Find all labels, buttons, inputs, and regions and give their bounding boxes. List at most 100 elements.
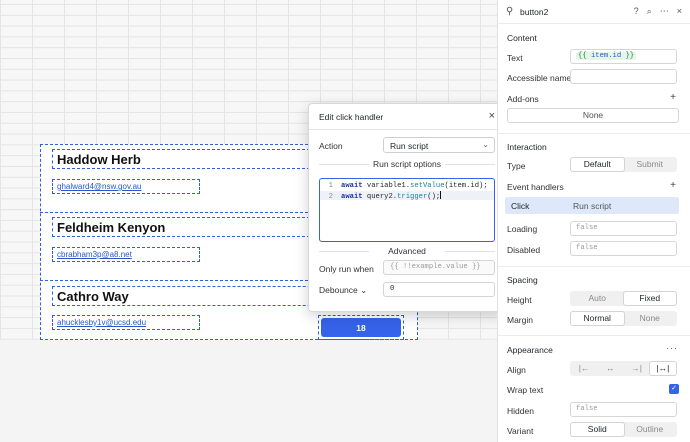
template-identifier: item.id bbox=[590, 52, 622, 60]
more-icon[interactable]: ⋯ bbox=[660, 6, 669, 17]
action-select-value: Run script bbox=[390, 141, 429, 151]
content-section-title[interactable]: Content bbox=[507, 33, 537, 43]
chevron-down-icon: ⌄ bbox=[360, 285, 368, 295]
header-actions: ? ⌕ ⋯ × bbox=[634, 6, 682, 17]
height-toggle: Auto Fixed bbox=[570, 291, 677, 306]
card-email-link[interactable]: ghalward4@nsw.gov.au bbox=[52, 179, 200, 194]
height-fixed-option[interactable]: Fixed bbox=[623, 292, 676, 305]
event-handlers-label: Event handlers bbox=[507, 182, 564, 192]
card-name-text[interactable]: Haddow Herb bbox=[52, 149, 310, 169]
height-label: Height bbox=[507, 295, 532, 305]
handler-event: Click bbox=[511, 201, 530, 211]
handler-action: Run script bbox=[573, 201, 612, 211]
code-token: (item.id); bbox=[444, 182, 488, 190]
add-addon-icon[interactable]: + bbox=[670, 92, 676, 103]
addons-label: Add-ons bbox=[507, 94, 539, 104]
code-token: (); bbox=[427, 193, 441, 201]
canvas-empty-area bbox=[0, 340, 497, 442]
wrap-text-checkbox[interactable]: ✓ bbox=[669, 384, 679, 394]
debounce-label: Debounce ⌄ bbox=[319, 285, 367, 296]
code-token: query2. bbox=[362, 193, 398, 201]
debounce-label-text: Debounce bbox=[319, 285, 358, 295]
component-icon: ⚲ bbox=[506, 6, 514, 17]
template-open: {{ bbox=[578, 52, 591, 60]
spacing-section-title[interactable]: Spacing bbox=[507, 275, 538, 285]
only-run-when-input[interactable]: {{ !!example.value }} bbox=[383, 260, 495, 275]
card-email-link[interactable]: ahucklesby1v@ucsd.edu bbox=[52, 315, 200, 330]
search-icon[interactable]: ⌕ bbox=[647, 6, 652, 17]
align-left-icon[interactable]: |← bbox=[571, 362, 597, 375]
edit-click-handler-modal: Edit click handler × Action Run script ⌄… bbox=[308, 103, 504, 312]
template-close: }} bbox=[621, 52, 635, 60]
align-center-icon[interactable]: ↔ bbox=[597, 362, 623, 375]
disabled-input[interactable]: false bbox=[570, 241, 677, 256]
run-script-options-heading: Run script options bbox=[319, 159, 495, 169]
section-divider bbox=[498, 133, 690, 134]
text-label: Text bbox=[507, 53, 523, 63]
loading-label: Loading bbox=[507, 224, 538, 234]
add-event-handler-icon[interactable]: + bbox=[670, 180, 676, 191]
code-token: await bbox=[341, 193, 363, 201]
addons-none[interactable]: None bbox=[507, 108, 679, 123]
component-name[interactable]: button2 bbox=[520, 7, 548, 17]
line-number: 1 bbox=[328, 182, 333, 190]
variant-solid-option[interactable]: Solid bbox=[571, 423, 624, 436]
help-icon[interactable]: ? bbox=[634, 6, 639, 17]
margin-none-option[interactable]: None bbox=[624, 312, 677, 325]
close-icon[interactable]: × bbox=[677, 6, 682, 17]
height-auto-option[interactable]: Auto bbox=[571, 292, 624, 305]
card-name-text[interactable]: Feldheim Kenyon bbox=[52, 217, 310, 237]
code-token: setValue bbox=[410, 182, 445, 190]
code-token: await bbox=[341, 182, 363, 190]
close-icon[interactable]: × bbox=[489, 110, 495, 122]
event-handler-row[interactable]: Click Run script bbox=[505, 197, 679, 214]
hidden-input[interactable]: false bbox=[570, 402, 677, 417]
modal-title: Edit click handler bbox=[319, 112, 384, 122]
disabled-label: Disabled bbox=[507, 245, 541, 255]
code-line: 1 await variable1.setValue(item.id); bbox=[320, 182, 488, 191]
script-editor[interactable]: 1 await variable1.setValue(item.id); 2 awa… bbox=[319, 178, 495, 242]
align-stretch-icon[interactable]: |↔| bbox=[649, 362, 676, 375]
accessible-name-input[interactable] bbox=[570, 69, 677, 84]
line-number: 2 bbox=[328, 193, 333, 201]
more-icon[interactable]: ··· bbox=[666, 343, 678, 353]
align-toggle: |← ↔ →| |↔| bbox=[570, 361, 677, 376]
accessible-name-label: Accessible name bbox=[507, 73, 572, 83]
align-label: Align bbox=[507, 365, 526, 375]
variant-label: Variant bbox=[507, 426, 534, 436]
text-cursor bbox=[440, 191, 442, 199]
section-divider bbox=[498, 266, 690, 267]
inspector-header: ⚲ button2 ? ⌕ ⋯ × bbox=[498, 0, 690, 24]
type-default-option[interactable]: Default bbox=[571, 158, 624, 171]
type-label: Type bbox=[507, 161, 526, 171]
action-label: Action bbox=[319, 141, 343, 151]
action-select[interactable]: Run script ⌄ bbox=[383, 137, 495, 153]
template-expression: {{ item.id }} bbox=[576, 52, 637, 60]
variant-toggle: Solid Outline bbox=[570, 422, 677, 437]
advanced-heading: Advanced bbox=[319, 246, 495, 256]
type-toggle: Default Submit bbox=[570, 157, 677, 172]
type-submit-option[interactable]: Submit bbox=[624, 158, 677, 171]
id-button[interactable]: 18 bbox=[321, 318, 401, 337]
align-right-icon[interactable]: →| bbox=[624, 362, 650, 375]
code-token: variable1. bbox=[362, 182, 411, 190]
id-button-wrapper: 18 bbox=[318, 315, 404, 340]
card-email-link[interactable]: cbrabham3p@a8.net bbox=[52, 247, 200, 262]
chevron-down-icon: ⌄ bbox=[482, 140, 489, 149]
margin-label: Margin bbox=[507, 315, 533, 325]
code-line: 2 await query2.trigger(); bbox=[320, 191, 494, 201]
code-token: trigger bbox=[397, 193, 428, 201]
wrap-text-label: Wrap text bbox=[507, 385, 544, 395]
margin-normal-option[interactable]: Normal bbox=[571, 312, 624, 325]
modal-divider bbox=[309, 129, 503, 130]
section-divider bbox=[498, 335, 690, 336]
hidden-label: Hidden bbox=[507, 406, 534, 416]
text-input[interactable]: {{ item.id }} bbox=[570, 49, 677, 64]
margin-toggle: Normal None bbox=[570, 311, 677, 326]
appearance-section-title[interactable]: Appearance bbox=[507, 345, 553, 355]
variant-outline-option[interactable]: Outline bbox=[624, 423, 677, 436]
loading-input[interactable]: false bbox=[570, 221, 677, 236]
interaction-section-title[interactable]: Interaction bbox=[507, 142, 547, 152]
debounce-input[interactable]: 0 bbox=[383, 282, 495, 297]
only-run-when-label: Only run when bbox=[319, 264, 374, 274]
